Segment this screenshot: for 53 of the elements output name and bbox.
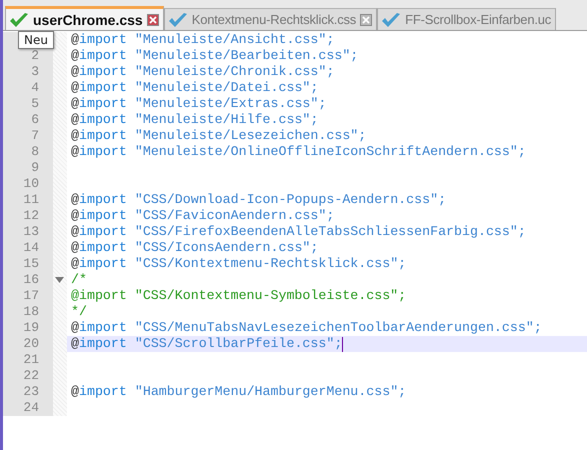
- line-number: 9: [30, 160, 40, 176]
- line-number: 14: [22, 240, 40, 256]
- close-icon[interactable]: [360, 14, 372, 26]
- line-number: 21: [22, 352, 40, 368]
- line-number: 17: [22, 288, 40, 304]
- file-tab[interactable]: FF-Scrollbox-Einfarben.uc: [377, 8, 556, 30]
- code-text: @import "Menuleiste/Ansicht.css";: [71, 32, 334, 48]
- code-text: @import "CSS/IconsAendern.css";: [71, 240, 318, 256]
- file-tab[interactable]: Kontextmenu-Rechtsklick.css: [164, 8, 378, 30]
- check-icon: [168, 12, 188, 28]
- line-number: 10: [22, 176, 40, 192]
- line-number: 23: [22, 384, 40, 400]
- code-text: @import "Menuleiste/Hilfe.css";: [71, 112, 318, 128]
- line-number: 4: [30, 80, 40, 96]
- code-text: @import "CSS/MenuTabsNavLesezeichenToolbarAenderungen.css";: [71, 320, 542, 336]
- close-icon[interactable]: [146, 14, 159, 26]
- comment-text: */: [71, 304, 87, 320]
- code-text: @import "CSS/ScrollbarPfeile.css";: [71, 336, 342, 352]
- file-tab[interactable]: userChrome.css: [5, 6, 164, 30]
- line-number: 22: [22, 368, 40, 384]
- code-text: @import "CSS/FaviconAendern.css";: [71, 208, 334, 224]
- line-number: 24: [22, 400, 40, 416]
- line-number: 20: [22, 336, 40, 352]
- code-text: @import "Menuleiste/OnlineOfflineIconSchriftAendern.css";: [71, 144, 526, 160]
- check-icon: [9, 12, 29, 28]
- comment-text: @import "CSS/Kontextmenu-Symboleiste.css";: [71, 288, 406, 304]
- comment-text: /*: [71, 272, 87, 288]
- line-number: 7: [30, 128, 40, 144]
- code-text: @import "Menuleiste/Datei.css";: [71, 80, 318, 96]
- code-text: @import "CSS/Download-Icon-Popups-Aendern.css";: [71, 192, 446, 208]
- fold-arrow-icon[interactable]: [55, 277, 64, 283]
- code-text: @import "CSS/Kontextmenu-Rechtsklick.css";: [71, 256, 406, 272]
- line-number: 2: [30, 48, 40, 64]
- code-text: @import "Menuleiste/Lesezeichen.css";: [71, 128, 366, 144]
- code-text: @import "Menuleiste/Bearbeiten.css";: [71, 48, 358, 64]
- check-icon: [381, 12, 402, 28]
- line-number: 3: [30, 64, 40, 80]
- text-cursor: [342, 336, 344, 352]
- line-number: 13: [22, 224, 40, 240]
- line-number: 19: [22, 320, 40, 336]
- line-number: 8: [30, 144, 40, 160]
- line-number: 16: [22, 272, 40, 288]
- code-text: @import "Menuleiste/Extras.css";: [71, 96, 326, 112]
- code-text: @import "CSS/FirefoxBeendenAlleTabsSchliessenFarbig.css";: [71, 224, 526, 240]
- line-number: 6: [30, 112, 40, 128]
- code-text: @import "HamburgerMenu/HamburgerMenu.css";: [71, 384, 406, 400]
- line-number: 15: [22, 256, 40, 272]
- code-text: @import "Menuleiste/Chronik.css";: [71, 64, 334, 80]
- line-number: 5: [30, 96, 40, 112]
- line-number: 11: [22, 192, 40, 208]
- line-number: 18: [22, 304, 40, 320]
- tooltip: Neu: [18, 31, 54, 49]
- line-number: 12: [22, 208, 40, 224]
